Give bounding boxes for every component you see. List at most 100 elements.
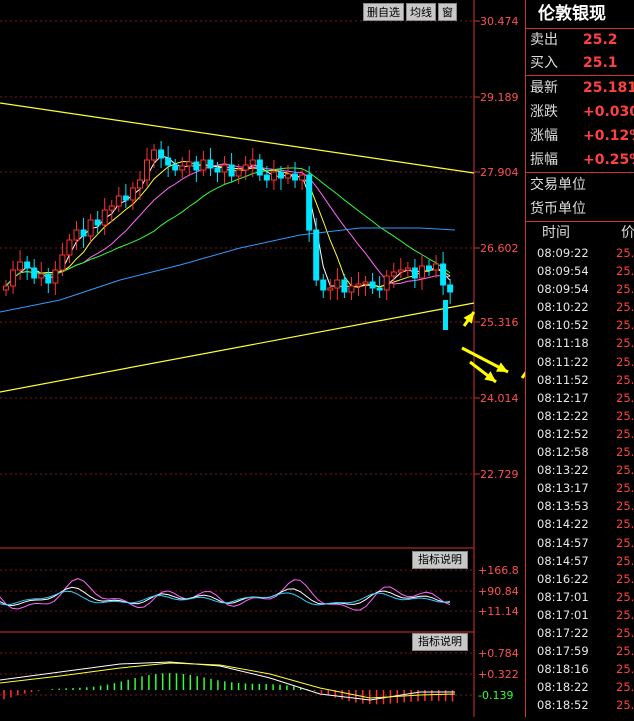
tick-time: 08:09:54 [537,264,589,279]
candle-body [440,263,447,286]
tick-time: 08:12:52 [537,426,589,441]
amp-value: +0.25% [583,152,634,168]
tick-time: 08:12:58 [537,445,589,460]
tick-row: 08:10:22 25. [526,298,634,316]
candle-body [228,164,235,177]
amp-label: 振幅 [530,152,558,168]
candle-body [87,219,94,237]
indicator-help-button-1[interactable]: 指标说明 [412,551,468,569]
tick-time: 08:10:22 [537,300,589,315]
candle-body [327,287,334,291]
candle-body [313,229,320,281]
candle-body [207,159,214,169]
tick-row: 08:11:52 25. [526,371,634,389]
tick-time: 08:09:22 [537,246,589,260]
buy-value: 25.1 [583,55,618,71]
pct-value: +0.12% [583,128,634,144]
tick-row: 08:11:22 25. [526,353,634,371]
chart-canvas[interactable]: 30.474 29.189 27.904 26.602 25.316 24.014 22.7… [0,0,598,717]
candle-body [151,149,158,161]
tick-row: 08:09:54 25. [526,262,634,280]
ma-line-green [5,167,451,287]
change-label: 涨跌 [530,104,558,120]
tick-row: 08:17:22 25. [526,624,634,642]
candle-body [270,171,277,181]
tick-time: 08:13:53 [537,499,589,514]
time-column-header: 时间 [542,225,570,241]
candle-body [341,279,348,293]
tick-price: 25. [616,571,634,586]
tick-time: 08:14:57 [537,535,589,550]
candle-body [38,273,45,279]
macd-tick-label: -0.139 [478,689,513,702]
price-tick-label: 25.316 [480,316,519,329]
moving-average-button[interactable]: 均线 [406,3,436,21]
indicator-help-button-2[interactable]: 指标说明 [412,633,468,651]
change-value: +0.030 [583,104,634,120]
candle-body [426,265,432,271]
pct-row: 涨幅 +0.12% [526,124,634,148]
price-tick-label: 24.014 [480,392,519,405]
price-tick-label: 29.189 [480,91,519,104]
tick-price: 25. [616,354,634,369]
candle-body [443,300,448,330]
pct-label: 涨幅 [530,128,558,144]
buy-row: 买入 25.1 [526,52,634,75]
delete-watchlist-button[interactable]: 删自选 [363,3,404,21]
tick-time: 08:11:52 [537,372,589,387]
tick-time: 08:17:22 [537,625,589,640]
tick-time: 08:12:22 [537,408,589,423]
tick-list[interactable]: 08:09:22 25. 08:09:54 25. 08:09:54 25. 08:10:2… [526,244,634,714]
window-button[interactable]: 窗 [438,3,457,21]
tick-price: 25. [616,300,634,315]
sell-row: 卖出 25.2 [526,29,634,52]
tick-price: 25. [616,445,634,460]
candle-body [418,265,425,279]
latest-label: 最新 [530,80,558,96]
tick-row: 08:12:17 25. [526,389,634,407]
currency-unit-row: 货币单位 [526,197,634,221]
candle-body [242,164,249,171]
tick-row: 08:14:57 25. [526,552,634,570]
tick-time: 08:18:52 [537,698,589,713]
tick-price: 25. [616,535,634,550]
tick-row: 08:18:22 25. [526,678,634,696]
osc-tick-label: +90.84 [478,585,519,598]
candle-body [17,261,24,271]
sell-value: 25.2 [583,32,618,48]
candle-body [411,267,418,279]
candle-body [66,239,73,256]
candle-body [390,271,397,277]
tick-price: 25. [616,553,634,568]
candle-body [172,164,179,171]
price-column-header: 价 [621,225,634,241]
osc-tick-label: +166.8 [478,564,519,577]
tick-row: 08:12:52 25. [526,425,634,443]
candle-body [73,229,80,241]
candle-body [94,219,101,226]
tick-row: 08:11:18 25. [526,334,634,352]
osc-line-magenta [0,578,451,611]
candle-body [263,174,270,181]
candle-body [165,157,172,166]
candle-body [45,273,52,284]
tick-time: 08:17:59 [537,644,589,659]
tick-price: 25. [616,698,634,713]
price-grid [0,0,475,717]
tick-time: 08:17:01 [537,589,589,604]
tick-row: 08:16:22 25. [526,570,634,588]
tick-time: 08:14:22 [537,517,589,532]
currency-unit-label: 货币单位 [530,201,586,217]
candle-body [214,167,221,173]
candle-body [179,165,186,171]
candlestick-chart-area[interactable]: 30.474 29.189 27.904 26.602 25.316 24.014 22.7… [0,0,598,717]
ma-line-white [5,155,451,288]
tick-row: 08:18:16 25. [526,660,634,678]
candle-body [292,173,299,181]
candle-body [447,284,454,293]
macd-line-white [0,661,455,701]
candle-body [320,279,327,291]
candle-body [144,159,150,181]
tick-row: 08:17:01 25. [526,588,634,606]
tick-row: 08:09:54 25. [526,280,634,298]
